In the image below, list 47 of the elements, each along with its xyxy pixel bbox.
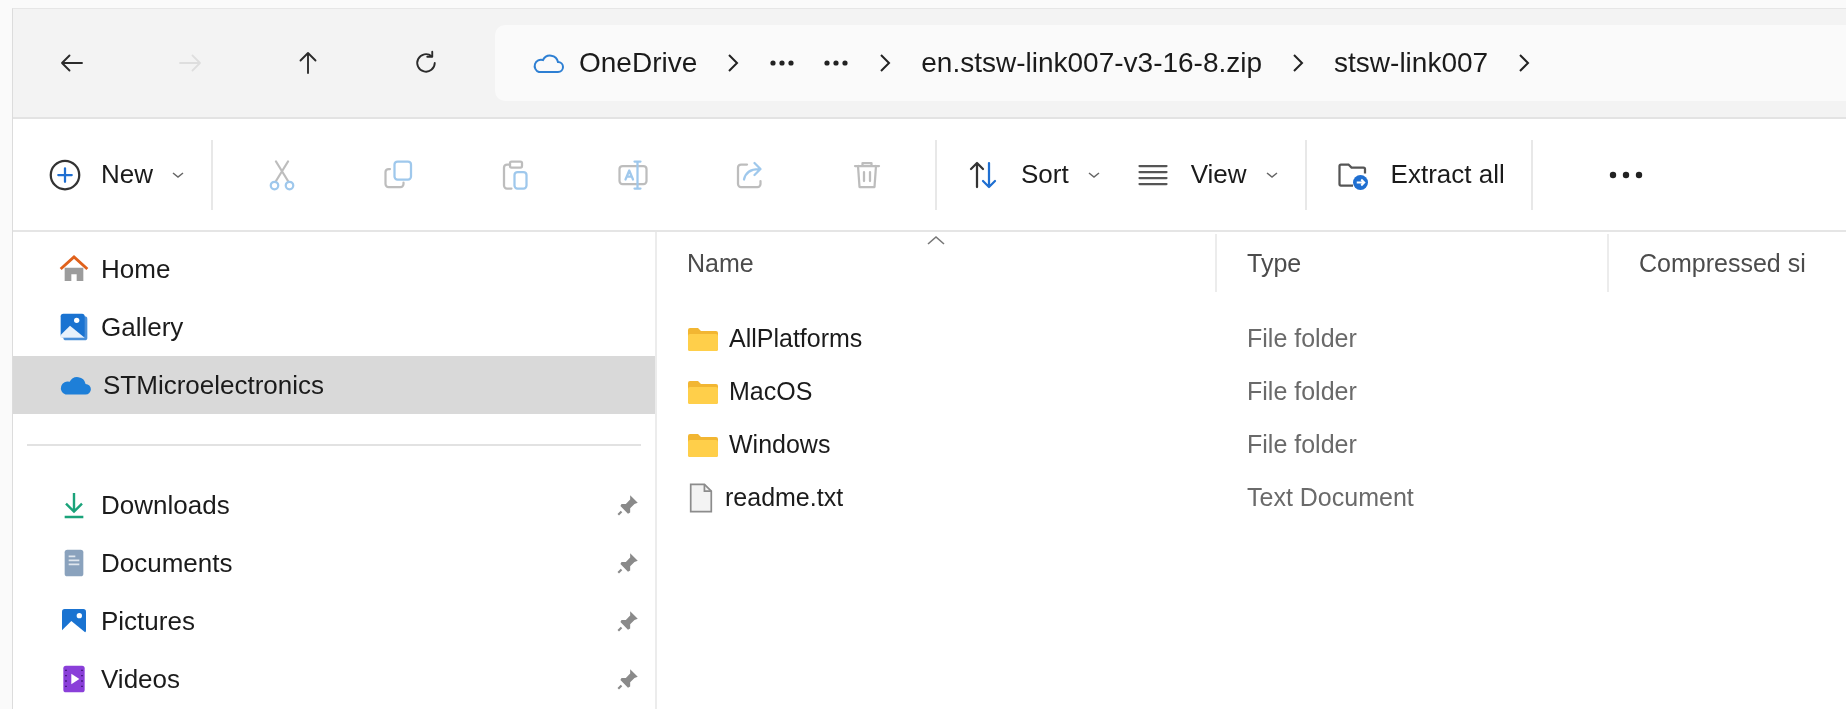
sidebar-label: STMicroelectronics (103, 369, 326, 401)
sidebar-item[interactable]: Pictures (13, 592, 655, 650)
sidebar-label: Home (101, 253, 172, 285)
file-type: File folder (1246, 324, 1358, 353)
chevron-right-icon[interactable] (1291, 52, 1306, 74)
caret-icon (171, 169, 185, 180)
folder-icon (687, 378, 719, 405)
file-name[interactable]: MacOS (657, 377, 1217, 406)
chevron-right-icon[interactable] (878, 52, 893, 74)
sidebar-label: Downloads (101, 489, 231, 521)
sidebar-item[interactable]: Downloads (13, 476, 655, 534)
address-bar[interactable]: OneDrive en.stsw-link007-v3-16-8.zip stsw-link007 (495, 25, 1846, 101)
extract-all-button[interactable]: Extract all (1316, 139, 1521, 210)
new-button[interactable]: New (31, 139, 201, 210)
caret-icon (1086, 169, 1101, 180)
column-header[interactable]: Compressed si (1609, 234, 1846, 292)
sidebar-item[interactable]: Documents (13, 534, 655, 592)
sidebar-item[interactable]: Gallery (13, 298, 655, 356)
breadcrumb[interactable]: stsw-link007 (1320, 33, 1503, 93)
file-type: File folder (1246, 430, 1358, 459)
sidebar-label: Pictures (101, 605, 196, 637)
column-header[interactable]: Type (1217, 234, 1609, 292)
file-name[interactable]: AllPlatforms (657, 324, 1217, 353)
sort-button[interactable]: Sort (947, 139, 1117, 210)
sidebar-label: Documents (101, 547, 234, 579)
view-button[interactable]: View (1116, 139, 1295, 210)
chevron-right-icon[interactable] (726, 52, 741, 74)
sidebar-label: Videos (101, 663, 182, 695)
sort-ascending-icon (925, 234, 947, 246)
ellipsis-icon (769, 59, 796, 67)
caret-icon (1264, 169, 1279, 180)
file-name[interactable]: readme.txt (657, 481, 1217, 514)
sidebar-item[interactable]: Home (13, 240, 655, 298)
chevron-right-icon[interactable] (1517, 52, 1532, 74)
sidebar-item[interactable]: STMicroelectronics (13, 356, 655, 414)
breadcrumb[interactable]: OneDrive (517, 33, 712, 93)
breadcrumb[interactable]: en.stsw-link007-v3-16-8.zip (907, 33, 1277, 93)
file-name[interactable]: Windows (657, 430, 1217, 459)
sidebar-item[interactable]: Videos (13, 650, 655, 708)
ellipsis-icon (823, 59, 850, 67)
text-file-icon (687, 481, 715, 514)
file-type: File folder (1246, 377, 1358, 406)
file-type: Text Document (1246, 483, 1415, 512)
folder-icon (687, 325, 719, 352)
column-header[interactable]: Name (657, 234, 1217, 292)
sidebar-label: Gallery (101, 311, 185, 343)
folder-icon (687, 431, 719, 458)
